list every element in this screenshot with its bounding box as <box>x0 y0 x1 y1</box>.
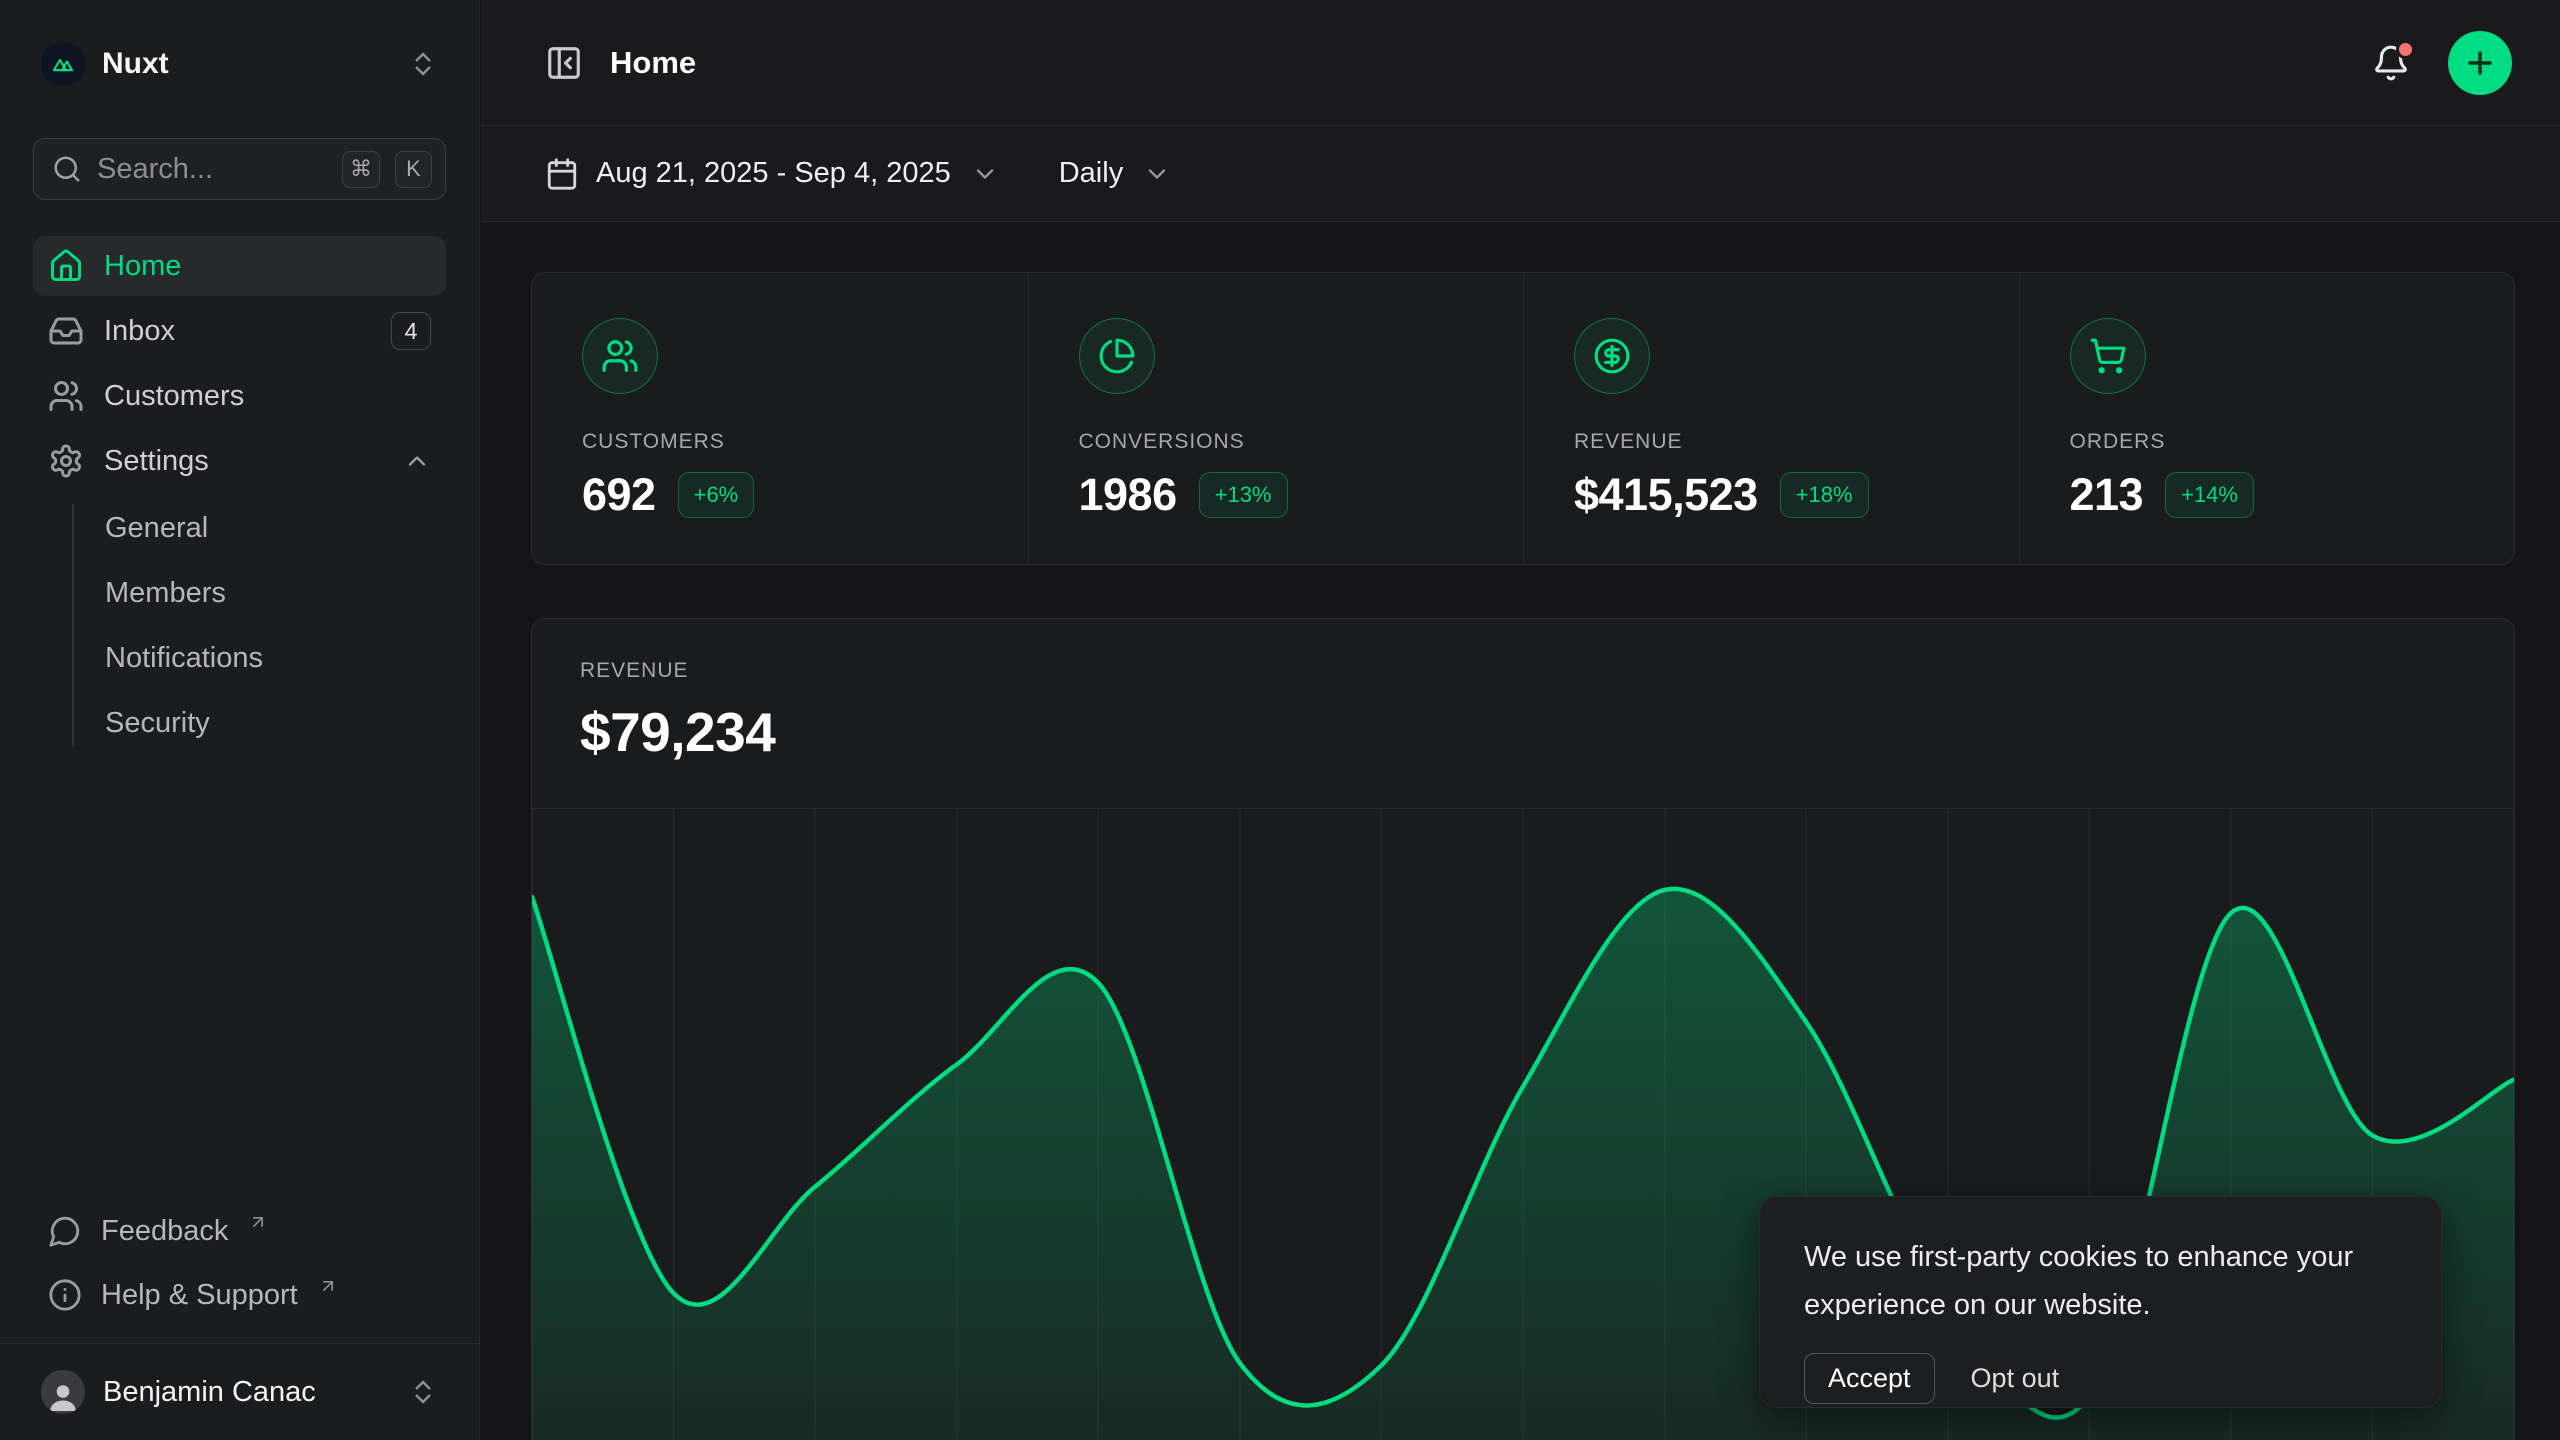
cookie-message: We use first-party cookies to enhance yo… <box>1804 1233 2394 1329</box>
granularity-select[interactable]: Daily <box>1059 157 1171 190</box>
sidebar-footer: Feedback Help & Support <box>33 1203 446 1323</box>
granularity-label: Daily <box>1059 157 1123 190</box>
external-link-icon <box>318 1276 338 1296</box>
chevrons-up-down-icon <box>408 1377 438 1407</box>
stat-label: CUSTOMERS <box>582 430 988 454</box>
sidebar-spacer <box>33 756 446 1203</box>
chevron-down-icon <box>971 160 999 188</box>
sidebar-item-label: Feedback <box>101 1215 228 1248</box>
revenue-chart-value: $79,234 <box>580 700 2466 764</box>
chevron-up-icon <box>403 447 431 475</box>
sidebar-item-members[interactable]: Members <box>105 561 446 626</box>
sidebar-item-label: Help & Support <box>101 1279 298 1312</box>
cookie-banner: We use first-party cookies to enhance yo… <box>1759 1196 2442 1408</box>
stat-label: CONVERSIONS <box>1079 430 1484 454</box>
notifications-button[interactable] <box>2372 44 2410 82</box>
shopping-cart-icon <box>2070 318 2146 394</box>
info-icon <box>48 1278 82 1312</box>
trend-badge: +18% <box>1780 472 1869 518</box>
notification-dot <box>2396 40 2415 59</box>
trend-badge: +14% <box>2165 472 2254 518</box>
sidebar-nav: Home Inbox 4 Customers Settings General <box>33 236 446 756</box>
inbox-count-badge: 4 <box>391 312 431 350</box>
stat-value: 1986 <box>1079 469 1177 521</box>
stats-panel: CUSTOMERS 692 +6% CONVERSIONS 1986 +13% <box>531 272 2515 565</box>
sidebar-item-feedback[interactable]: Feedback <box>33 1203 446 1259</box>
stat-card-revenue[interactable]: REVENUE $415,523 +18% <box>1523 273 2019 564</box>
avatar <box>41 1370 85 1414</box>
settings-subnav: General Members Notifications Security <box>72 496 446 756</box>
workspace-name: Nuxt <box>102 47 169 81</box>
page-title: Home <box>610 45 696 81</box>
collapse-sidebar-button[interactable] <box>545 44 583 82</box>
sidebar: Nuxt ⌘ K Home Inbox 4 Customers <box>0 0 480 1440</box>
kbd-meta: ⌘ <box>342 151 380 188</box>
stat-label: ORDERS <box>2070 430 2475 454</box>
inbox-icon <box>48 313 84 349</box>
sidebar-item-label: Settings <box>104 445 209 478</box>
sidebar-item-inbox[interactable]: Inbox 4 <box>33 301 446 361</box>
date-range-label: Aug 21, 2025 - Sep 4, 2025 <box>596 157 951 190</box>
sidebar-item-security[interactable]: Security <box>105 691 446 756</box>
plus-icon <box>2463 46 2497 80</box>
add-button[interactable] <box>2448 31 2512 95</box>
sidebar-item-customers[interactable]: Customers <box>33 366 446 426</box>
sidebar-item-help-support[interactable]: Help & Support <box>33 1267 446 1323</box>
header-actions <box>2372 31 2512 95</box>
page-header: Home <box>481 0 2560 126</box>
date-range-picker[interactable]: Aug 21, 2025 - Sep 4, 2025 <box>545 157 999 191</box>
chevron-down-icon <box>1143 160 1171 188</box>
sidebar-item-label: Inbox <box>104 315 175 348</box>
stat-card-customers[interactable]: CUSTOMERS 692 +6% <box>532 273 1028 564</box>
workspace-switcher[interactable]: Nuxt <box>33 40 446 88</box>
stat-value: $415,523 <box>1574 469 1758 521</box>
external-link-icon <box>248 1212 268 1232</box>
user-name: Benjamin Canac <box>103 1376 316 1409</box>
sidebar-item-settings[interactable]: Settings <box>33 431 446 491</box>
sidebar-item-home[interactable]: Home <box>33 236 446 296</box>
accept-button[interactable]: Accept <box>1804 1353 1935 1404</box>
message-circle-icon <box>48 1214 82 1248</box>
chevrons-up-down-icon <box>408 49 438 79</box>
nuxt-logo-icon <box>41 42 85 86</box>
sidebar-item-notifications[interactable]: Notifications <box>105 626 446 691</box>
cookie-actions: Accept Opt out <box>1804 1353 2397 1404</box>
stat-label: REVENUE <box>1574 430 1979 454</box>
users-icon <box>582 318 658 394</box>
calendar-icon <box>545 157 579 191</box>
search-icon <box>52 154 82 184</box>
sidebar-item-general[interactable]: General <box>105 496 446 561</box>
sidebar-item-label: Home <box>104 250 181 283</box>
house-icon <box>48 248 84 284</box>
revenue-chart-label: REVENUE <box>580 659 2466 683</box>
stat-value: 692 <box>582 469 656 521</box>
user-menu[interactable]: Benjamin Canac <box>33 1344 446 1440</box>
trend-badge: +13% <box>1199 472 1288 518</box>
sidebar-item-label: Customers <box>104 380 244 413</box>
filters-toolbar: Aug 21, 2025 - Sep 4, 2025 Daily <box>481 126 2560 222</box>
dashboard-app: Nuxt ⌘ K Home Inbox 4 Customers <box>0 0 2560 1440</box>
stat-value: 213 <box>2070 469 2144 521</box>
stat-card-orders[interactable]: ORDERS 213 +14% <box>2019 273 2515 564</box>
gear-icon <box>48 443 84 479</box>
search-input[interactable] <box>97 153 327 186</box>
chart-pie-icon <box>1079 318 1155 394</box>
trend-badge: +6% <box>678 472 755 518</box>
search-bar[interactable]: ⌘ K <box>33 138 446 200</box>
kbd-k: K <box>395 151 432 188</box>
opt-out-button[interactable]: Opt out <box>1971 1354 2060 1403</box>
circle-dollar-icon <box>1574 318 1650 394</box>
users-icon <box>48 378 84 414</box>
stat-card-conversions[interactable]: CONVERSIONS 1986 +13% <box>1028 273 1524 564</box>
